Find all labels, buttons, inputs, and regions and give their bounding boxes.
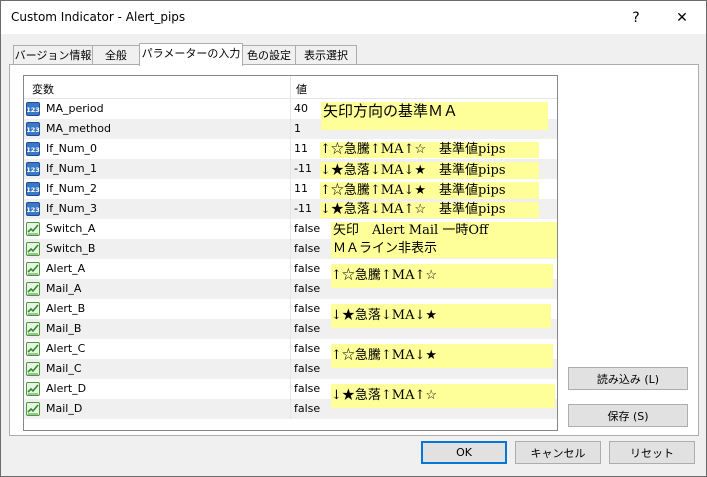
parameter-value[interactable]: false xyxy=(294,262,320,275)
parameter-name: Alert_B xyxy=(46,302,86,315)
number-icon: 123 xyxy=(26,202,40,216)
note-d: ↓★急落↑MA↑☆ xyxy=(331,384,555,408)
help-button[interactable]: ? xyxy=(614,4,658,32)
parameter-value[interactable]: false xyxy=(294,362,320,375)
note-num3: ↓★急落↓MA↑☆ 基準値pips xyxy=(320,202,539,218)
bool-icon xyxy=(26,242,40,256)
note-num0: ↑☆急騰↑MA↑☆ 基準値pips xyxy=(320,142,539,158)
note-switch-line2: ＭＡライン非表示 xyxy=(333,241,438,256)
bool-icon xyxy=(26,382,40,396)
tab-general[interactable]: 全般 xyxy=(92,45,140,65)
tab-parameters[interactable]: パラメーターの入力 xyxy=(139,43,243,66)
parameter-name: If_Num_1 xyxy=(46,162,98,175)
parameter-name: Mail_C xyxy=(46,362,82,375)
bool-icon xyxy=(26,362,40,376)
note-c: ↑☆急騰↑MA↓★ xyxy=(331,344,553,368)
tab-version[interactable]: バージョン情報 xyxy=(13,45,93,65)
number-icon: 123 xyxy=(26,182,40,196)
svg-text:123: 123 xyxy=(26,186,40,194)
parameter-value[interactable]: false xyxy=(294,402,320,415)
parameter-value[interactable]: 1 xyxy=(294,122,301,135)
parameter-name: Alert_A xyxy=(46,262,86,275)
number-icon: 123 xyxy=(26,122,40,136)
parameter-value[interactable]: -11 xyxy=(294,162,312,175)
parameter-name: MA_method xyxy=(46,122,111,135)
svg-text:123: 123 xyxy=(26,106,40,114)
parameter-name: Switch_B xyxy=(46,242,96,255)
ok-button[interactable]: OK xyxy=(421,441,507,464)
parameter-name: Switch_A xyxy=(46,222,96,235)
grid-header: 変数 値 xyxy=(24,76,557,99)
note-num1: ↓★急落↓MA↓★ 基準値pips xyxy=(320,162,539,179)
header-value: 値 xyxy=(296,83,307,96)
svg-text:123: 123 xyxy=(26,166,40,174)
header-variable: 変数 xyxy=(32,83,54,96)
parameter-value[interactable]: 40 xyxy=(294,102,308,115)
parameter-value[interactable]: false xyxy=(294,282,320,295)
bool-icon xyxy=(26,402,40,416)
note-switch-line1: 矢印 Alert Mail 一時Off xyxy=(333,223,489,238)
parameter-value[interactable]: false xyxy=(294,382,320,395)
parameter-name: Mail_B xyxy=(46,322,82,335)
note-num2: ↑☆急騰↑MA↓★ 基準値pips xyxy=(320,182,539,199)
number-icon: 123 xyxy=(26,162,40,176)
tab-display[interactable]: 表示選択 xyxy=(295,45,357,65)
parameter-name: Mail_D xyxy=(46,402,83,415)
window-title: Custom Indicator - Alert_pips xyxy=(11,10,186,24)
svg-text:123: 123 xyxy=(26,206,40,214)
load-button[interactable]: 読み込み (L) xyxy=(568,367,688,390)
note-a: ↑☆急騰↑MA↑☆ xyxy=(331,264,553,288)
parameter-value[interactable]: -11 xyxy=(294,202,312,215)
dialog-window: Custom Indicator - Alert_pips ? ✕ バージョン情… xyxy=(0,0,707,477)
reset-button[interactable]: リセット xyxy=(609,441,695,464)
parameter-name: Mail_A xyxy=(46,282,82,295)
parameter-name: MA_period xyxy=(46,102,104,115)
bool-icon xyxy=(26,262,40,276)
bool-icon xyxy=(26,322,40,336)
title-bar: Custom Indicator - Alert_pips ? ✕ xyxy=(1,1,706,34)
parameter-value[interactable]: false xyxy=(294,322,320,335)
parameter-name: Alert_C xyxy=(46,342,86,355)
parameter-name: Alert_D xyxy=(46,382,87,395)
close-button[interactable]: ✕ xyxy=(660,4,704,32)
parameter-name: If_Num_2 xyxy=(46,182,98,195)
number-icon: 123 xyxy=(26,102,40,116)
svg-text:123: 123 xyxy=(26,126,40,134)
svg-text:123: 123 xyxy=(26,146,40,154)
number-icon: 123 xyxy=(26,142,40,156)
parameter-value[interactable]: false xyxy=(294,302,320,315)
bool-icon xyxy=(26,282,40,296)
save-button[interactable]: 保存 (S) xyxy=(568,404,688,427)
bool-icon xyxy=(26,222,40,236)
parameter-name: If_Num_3 xyxy=(46,202,98,215)
tab-colors[interactable]: 色の設定 xyxy=(242,45,296,65)
note-switch: 矢印 Alert Mail 一時Off ＭＡライン非表示 xyxy=(331,222,557,258)
note-ma: 矢印方向の基準ＭＡ xyxy=(321,102,548,130)
cancel-button[interactable]: キャンセル xyxy=(515,441,601,464)
parameter-name: If_Num_0 xyxy=(46,142,98,155)
parameter-value[interactable]: 11 xyxy=(294,182,308,195)
bool-icon xyxy=(26,302,40,316)
parameter-value[interactable]: false xyxy=(294,242,320,255)
parameter-value[interactable]: 11 xyxy=(294,142,308,155)
parameter-value[interactable]: false xyxy=(294,222,320,235)
parameter-value[interactable]: false xyxy=(294,342,320,355)
bool-icon xyxy=(26,342,40,356)
note-b: ↓★急落↓MA↓★ xyxy=(331,304,551,328)
